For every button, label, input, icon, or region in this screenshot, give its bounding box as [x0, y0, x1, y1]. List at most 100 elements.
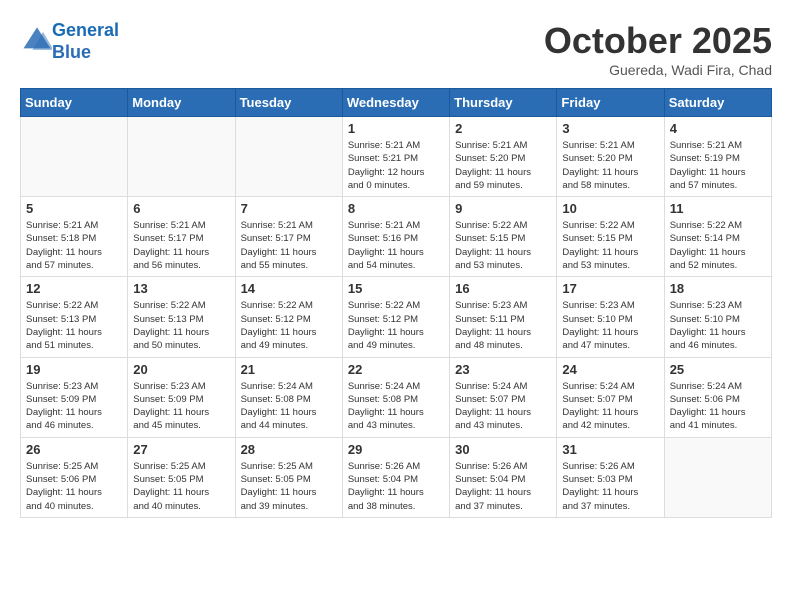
day-info: Sunrise: 5:22 AM Sunset: 5:12 PM Dayligh…: [241, 299, 337, 352]
calendar-cell: [128, 117, 235, 197]
day-info: Sunrise: 5:25 AM Sunset: 5:06 PM Dayligh…: [26, 460, 122, 513]
day-number: 23: [455, 362, 551, 377]
calendar-cell: 9 Sunrise: 5:22 AM Sunset: 5:15 PM Daylig…: [450, 197, 557, 277]
title-block: October 2025 Guereda, Wadi Fira, Chad: [544, 20, 772, 78]
calendar-cell: 17 Sunrise: 5:23 AM Sunset: 5:10 PM Dayli…: [557, 277, 664, 357]
weekday-header-sunday: Sunday: [21, 89, 128, 117]
calendar-cell: 19 Sunrise: 5:23 AM Sunset: 5:09 PM Dayli…: [21, 357, 128, 437]
calendar-cell: 12 Sunrise: 5:22 AM Sunset: 5:13 PM Dayli…: [21, 277, 128, 357]
day-info: Sunrise: 5:21 AM Sunset: 5:16 PM Dayligh…: [348, 219, 444, 272]
calendar-cell: 20 Sunrise: 5:23 AM Sunset: 5:09 PM Dayli…: [128, 357, 235, 437]
calendar-cell: 10 Sunrise: 5:22 AM Sunset: 5:15 PM Dayli…: [557, 197, 664, 277]
calendar-cell: 28 Sunrise: 5:25 AM Sunset: 5:05 PM Dayli…: [235, 437, 342, 517]
day-info: Sunrise: 5:23 AM Sunset: 5:09 PM Dayligh…: [26, 380, 122, 433]
calendar-cell: [664, 437, 771, 517]
day-info: Sunrise: 5:23 AM Sunset: 5:11 PM Dayligh…: [455, 299, 551, 352]
calendar-cell: 7 Sunrise: 5:21 AM Sunset: 5:17 PM Daylig…: [235, 197, 342, 277]
day-info: Sunrise: 5:21 AM Sunset: 5:18 PM Dayligh…: [26, 219, 122, 272]
calendar-cell: 4 Sunrise: 5:21 AM Sunset: 5:19 PM Daylig…: [664, 117, 771, 197]
day-number: 12: [26, 281, 122, 296]
calendar-cell: [21, 117, 128, 197]
day-number: 3: [562, 121, 658, 136]
day-number: 14: [241, 281, 337, 296]
day-number: 20: [133, 362, 229, 377]
weekday-header-monday: Monday: [128, 89, 235, 117]
week-row-2: 5Sunrise: 5:21 AM Sunset: 5:18 PM Daylig…: [21, 197, 772, 277]
day-info: Sunrise: 5:22 AM Sunset: 5:14 PM Dayligh…: [670, 219, 766, 272]
day-number: 9: [455, 201, 551, 216]
day-info: Sunrise: 5:21 AM Sunset: 5:21 PM Dayligh…: [348, 139, 444, 192]
page-header: General Blue October 2025 Guereda, Wadi …: [20, 20, 772, 78]
calendar-cell: 23 Sunrise: 5:24 AM Sunset: 5:07 PM Dayli…: [450, 357, 557, 437]
day-info: Sunrise: 5:24 AM Sunset: 5:07 PM Dayligh…: [562, 380, 658, 433]
day-number: 10: [562, 201, 658, 216]
day-number: 4: [670, 121, 766, 136]
day-info: Sunrise: 5:22 AM Sunset: 5:15 PM Dayligh…: [562, 219, 658, 272]
weekday-header-thursday: Thursday: [450, 89, 557, 117]
day-info: Sunrise: 5:24 AM Sunset: 5:07 PM Dayligh…: [455, 380, 551, 433]
day-info: Sunrise: 5:22 AM Sunset: 5:12 PM Dayligh…: [348, 299, 444, 352]
day-info: Sunrise: 5:25 AM Sunset: 5:05 PM Dayligh…: [241, 460, 337, 513]
calendar-cell: [235, 117, 342, 197]
calendar-cell: 24 Sunrise: 5:24 AM Sunset: 5:07 PM Dayli…: [557, 357, 664, 437]
calendar-cell: 26Sunrise: 5:25 AM Sunset: 5:06 PM Dayli…: [21, 437, 128, 517]
logo-line1: General: [52, 20, 119, 40]
calendar-cell: 25Sunrise: 5:24 AM Sunset: 5:06 PM Dayli…: [664, 357, 771, 437]
day-number: 28: [241, 442, 337, 457]
location: Guereda, Wadi Fira, Chad: [544, 62, 772, 78]
day-number: 17: [562, 281, 658, 296]
day-info: Sunrise: 5:26 AM Sunset: 5:04 PM Dayligh…: [348, 460, 444, 513]
day-number: 22: [348, 362, 444, 377]
day-info: Sunrise: 5:21 AM Sunset: 5:20 PM Dayligh…: [455, 139, 551, 192]
weekday-header-row: SundayMondayTuesdayWednesdayThursdayFrid…: [21, 89, 772, 117]
month-title: October 2025: [544, 20, 772, 62]
day-info: Sunrise: 5:26 AM Sunset: 5:04 PM Dayligh…: [455, 460, 551, 513]
day-number: 15: [348, 281, 444, 296]
day-info: Sunrise: 5:22 AM Sunset: 5:13 PM Dayligh…: [133, 299, 229, 352]
logo-icon: [22, 24, 52, 54]
day-info: Sunrise: 5:23 AM Sunset: 5:10 PM Dayligh…: [670, 299, 766, 352]
calendar-cell: 21 Sunrise: 5:24 AM Sunset: 5:08 PM Dayli…: [235, 357, 342, 437]
calendar-cell: 1 Sunrise: 5:21 AM Sunset: 5:21 PM Daylig…: [342, 117, 449, 197]
calendar-cell: 5Sunrise: 5:21 AM Sunset: 5:18 PM Daylig…: [21, 197, 128, 277]
week-row-3: 12 Sunrise: 5:22 AM Sunset: 5:13 PM Dayli…: [21, 277, 772, 357]
day-info: Sunrise: 5:24 AM Sunset: 5:08 PM Dayligh…: [241, 380, 337, 433]
day-number: 6: [133, 201, 229, 216]
calendar-cell: 14 Sunrise: 5:22 AM Sunset: 5:12 PM Dayli…: [235, 277, 342, 357]
calendar-cell: 6Sunrise: 5:21 AM Sunset: 5:17 PM Daylig…: [128, 197, 235, 277]
weekday-header-saturday: Saturday: [664, 89, 771, 117]
week-row-1: 1 Sunrise: 5:21 AM Sunset: 5:21 PM Daylig…: [21, 117, 772, 197]
day-number: 18: [670, 281, 766, 296]
calendar-cell: 3Sunrise: 5:21 AM Sunset: 5:20 PM Daylig…: [557, 117, 664, 197]
calendar-cell: 18 Sunrise: 5:23 AM Sunset: 5:10 PM Dayli…: [664, 277, 771, 357]
day-info: Sunrise: 5:22 AM Sunset: 5:13 PM Dayligh…: [26, 299, 122, 352]
day-number: 11: [670, 201, 766, 216]
calendar-cell: 15 Sunrise: 5:22 AM Sunset: 5:12 PM Dayli…: [342, 277, 449, 357]
calendar-cell: 30 Sunrise: 5:26 AM Sunset: 5:04 PM Dayli…: [450, 437, 557, 517]
day-number: 21: [241, 362, 337, 377]
day-info: Sunrise: 5:21 AM Sunset: 5:19 PM Dayligh…: [670, 139, 766, 192]
calendar-cell: 13Sunrise: 5:22 AM Sunset: 5:13 PM Dayli…: [128, 277, 235, 357]
day-info: Sunrise: 5:22 AM Sunset: 5:15 PM Dayligh…: [455, 219, 551, 272]
day-number: 25: [670, 362, 766, 377]
day-number: 24: [562, 362, 658, 377]
day-number: 19: [26, 362, 122, 377]
day-number: 7: [241, 201, 337, 216]
day-number: 31: [562, 442, 658, 457]
calendar-cell: 29 Sunrise: 5:26 AM Sunset: 5:04 PM Dayli…: [342, 437, 449, 517]
day-number: 1: [348, 121, 444, 136]
weekday-header-friday: Friday: [557, 89, 664, 117]
day-number: 2: [455, 121, 551, 136]
day-info: Sunrise: 5:23 AM Sunset: 5:10 PM Dayligh…: [562, 299, 658, 352]
day-number: 29: [348, 442, 444, 457]
day-info: Sunrise: 5:23 AM Sunset: 5:09 PM Dayligh…: [133, 380, 229, 433]
calendar: SundayMondayTuesdayWednesdayThursdayFrid…: [20, 88, 772, 518]
day-number: 30: [455, 442, 551, 457]
week-row-5: 26Sunrise: 5:25 AM Sunset: 5:06 PM Dayli…: [21, 437, 772, 517]
day-info: Sunrise: 5:25 AM Sunset: 5:05 PM Dayligh…: [133, 460, 229, 513]
day-info: Sunrise: 5:21 AM Sunset: 5:17 PM Dayligh…: [241, 219, 337, 272]
calendar-cell: 27Sunrise: 5:25 AM Sunset: 5:05 PM Dayli…: [128, 437, 235, 517]
week-row-4: 19 Sunrise: 5:23 AM Sunset: 5:09 PM Dayli…: [21, 357, 772, 437]
day-info: Sunrise: 5:24 AM Sunset: 5:08 PM Dayligh…: [348, 380, 444, 433]
logo: General Blue: [20, 20, 119, 63]
